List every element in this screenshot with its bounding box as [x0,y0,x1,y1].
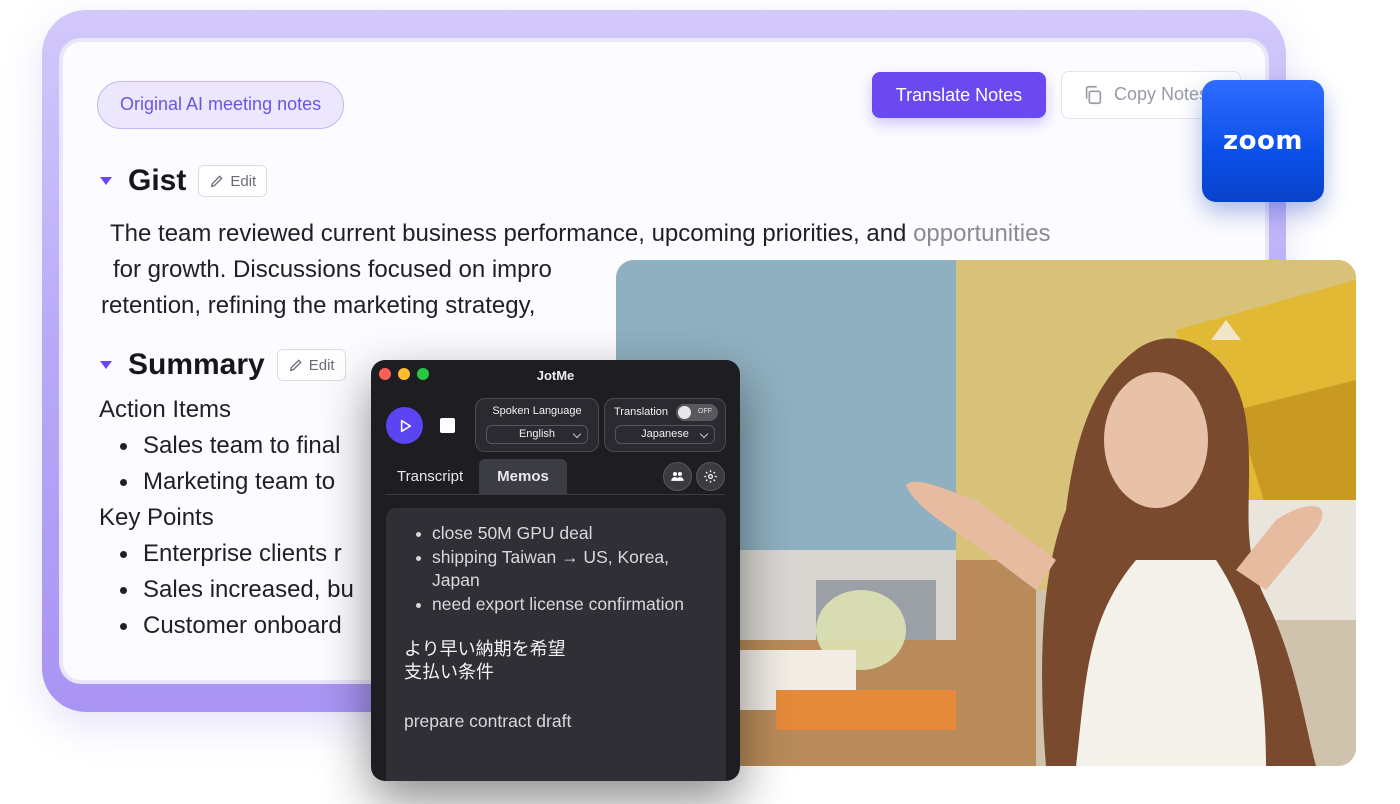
memo-content[interactable]: close 50M GPU deal shipping Taiwan → US,… [386,508,726,781]
list-item: shipping Taiwan → US, Korea, Japan [414,546,708,593]
summary-edit-button[interactable]: Edit [276,349,346,381]
original-notes-chip[interactable]: Original AI meeting notes [97,81,345,129]
toggle-knob [678,406,691,419]
spoken-language-select[interactable]: English [486,425,588,444]
list-item: Sales increased, bu [119,572,354,608]
copy-notes-label: Copy Notes [1114,84,1209,104]
action-items-list: Sales team to final Marketing team to [119,428,354,500]
jotme-window: JotMe Spoken Language English Translatio… [371,360,740,781]
copy-icon [1085,85,1102,105]
spoken-language-panel: Spoken Language English [475,398,599,452]
translation-label: Translation [614,406,669,418]
stop-button[interactable] [440,418,455,433]
list-item: close 50M GPU deal [414,522,708,546]
participants-button[interactable] [663,462,692,491]
memo-japanese-notes: より早い納期を希望 支払い条件 [404,638,708,684]
action-items-heading: Action Items [99,396,232,423]
summary-body: Action Items Sales team to final Marketi… [99,392,354,644]
play-icon [400,419,411,432]
list-item: Enterprise clients r [119,536,354,572]
translation-panel: Translation OFF Japanese [604,398,726,452]
translation-language-value: Japanese [641,428,689,440]
tab-transcript[interactable]: Transcript [385,459,475,495]
chevron-down-icon [699,429,709,439]
list-item: need export license confirmation [414,593,708,617]
translation-language-select[interactable]: Japanese [615,425,715,444]
collapse-caret-icon[interactable] [100,177,112,185]
play-button[interactable] [386,407,423,444]
list-item: Customer onboard [119,608,354,644]
chevron-down-icon [572,429,582,439]
pencil-icon [289,359,302,372]
memo-bullets: close 50M GPU deal shipping Taiwan → US,… [414,522,708,616]
list-item: Marketing team to [119,464,354,500]
spoken-language-value: English [518,428,556,440]
gist-line: The team reviewed current business perfo… [110,220,1051,247]
memo-line: prepare contract draft [404,711,572,731]
summary-section-header: Summary Edit [100,348,346,382]
gist-title: Gist [128,164,187,197]
window-titlebar: JotMe [371,360,740,390]
key-points-heading: Key Points [99,504,214,531]
zoom-logo: zoom [1202,80,1324,202]
memo-line: 支払い条件 [404,662,494,682]
key-points-list: Enterprise clients r Sales increased, bu… [119,536,354,644]
translation-toggle[interactable]: OFF [676,404,718,421]
summary-edit-label: Edit [308,356,335,374]
settings-button[interactable] [696,462,725,491]
memo-line: より早い納期を希望 [404,639,566,659]
spoken-language-label: Spoken Language [492,405,582,417]
gear-icon [704,470,717,483]
collapse-caret-icon[interactable] [100,361,112,369]
toggle-state-label: OFF [698,408,712,415]
pencil-icon [211,175,223,188]
list-item: Sales team to final [119,428,354,464]
gist-edit-label: Edit [230,172,257,190]
tab-memos[interactable]: Memos [479,459,567,495]
translate-notes-button[interactable]: Translate Notes [872,72,1046,118]
gist-edit-button[interactable]: Edit [198,165,268,197]
people-icon [671,472,684,481]
gist-section-header: Gist Edit [100,164,268,198]
window-title: JotMe [536,368,575,383]
summary-title: Summary [128,348,265,381]
